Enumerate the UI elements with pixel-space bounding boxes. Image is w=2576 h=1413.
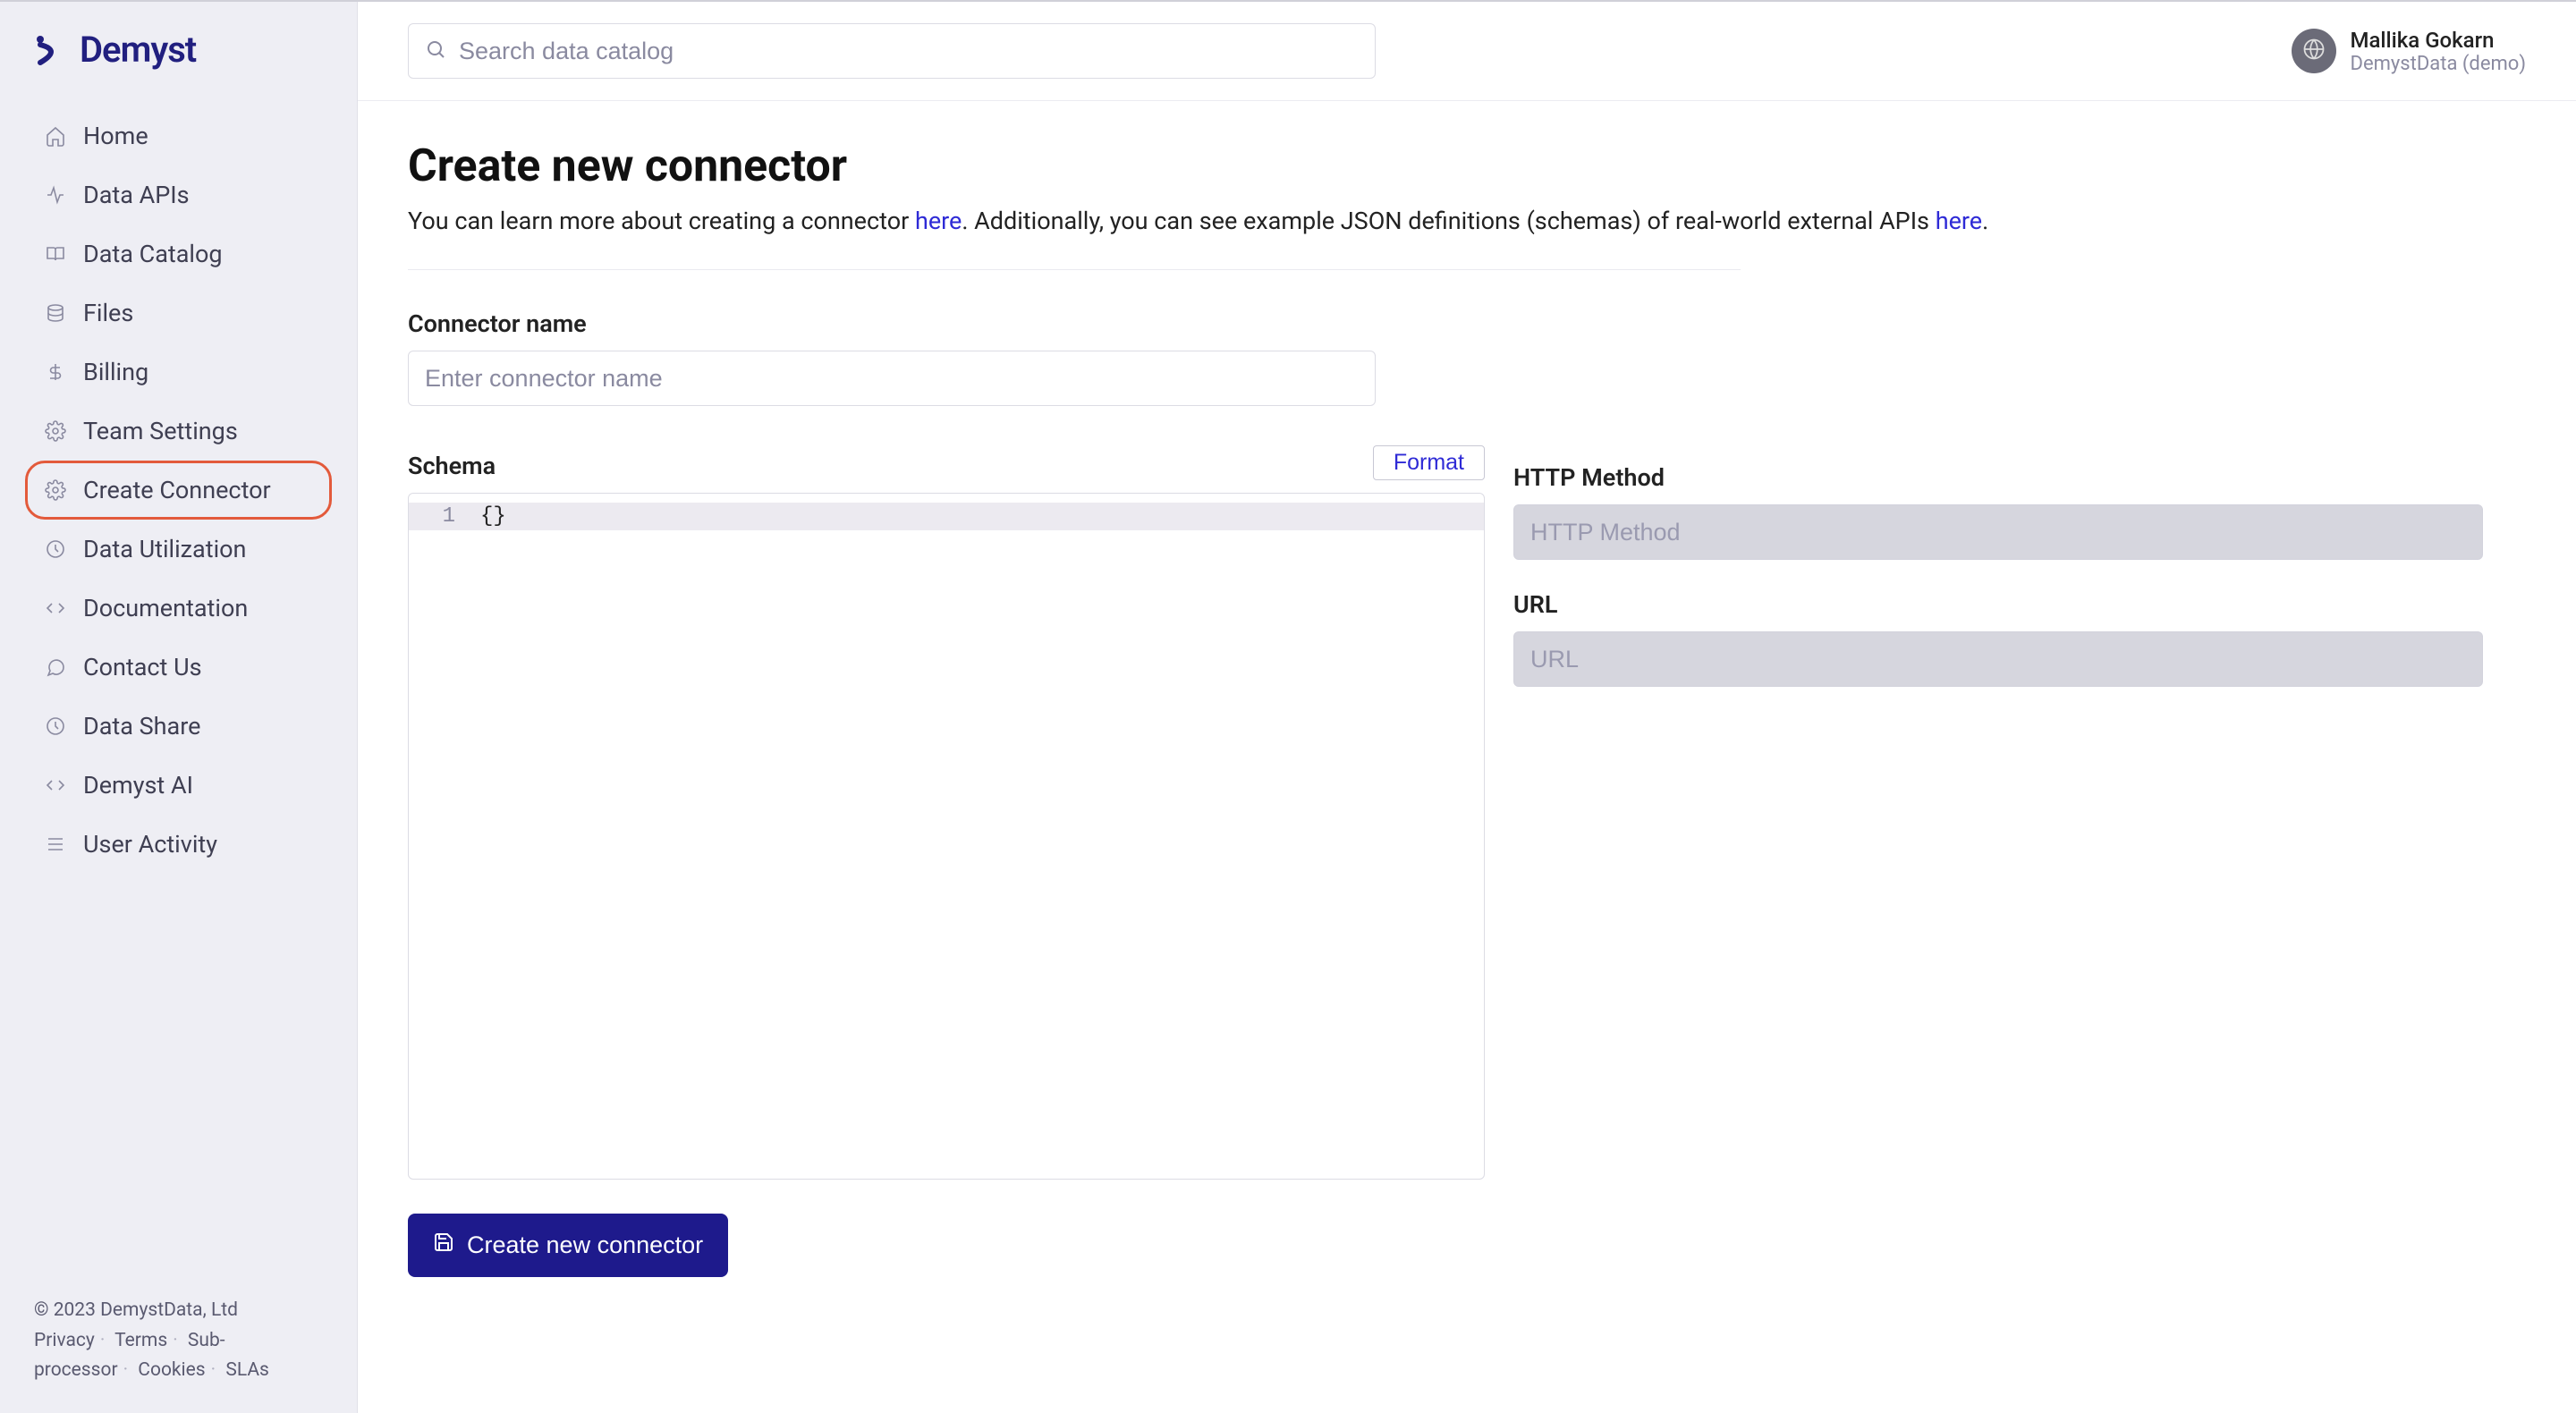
nav-list: Home Data APIs Data Catalog Files Billin… — [0, 106, 357, 874]
home-icon — [44, 124, 67, 148]
sidebar-item-billing[interactable]: Billing — [25, 343, 332, 402]
sidebar-item-home[interactable]: Home — [25, 106, 332, 165]
book-icon — [44, 242, 67, 266]
user-menu[interactable]: Mallika Gokarn DemystData (demo) — [2292, 28, 2527, 75]
sidebar-item-label: Data Share — [83, 712, 200, 740]
sidebar-item-team-settings[interactable]: Team Settings — [25, 402, 332, 461]
page-title: Create new connector — [408, 140, 2526, 192]
sidebar-item-data-catalog[interactable]: Data Catalog — [25, 224, 332, 283]
clock-icon — [44, 537, 67, 561]
examples-link[interactable]: here — [1936, 207, 1982, 235]
connector-name-label: Connector name — [408, 309, 2526, 338]
search-wrap[interactable] — [408, 23, 1376, 79]
sidebar-item-label: Data Utilization — [83, 535, 246, 563]
sidebar-item-documentation[interactable]: Documentation — [25, 579, 332, 638]
main-area: Mallika Gokarn DemystData (demo) Create … — [358, 2, 2576, 1413]
sidebar-item-create-connector[interactable]: Create Connector — [25, 461, 332, 520]
brand-logo[interactable]: Demyst — [0, 20, 357, 106]
line-number: 1 — [409, 504, 480, 529]
connector-name-input[interactable] — [408, 351, 1376, 406]
create-connector-button[interactable]: Create new connector — [408, 1214, 728, 1277]
user-name: Mallika Gokarn — [2351, 28, 2527, 53]
sidebar-item-label: Create Connector — [83, 476, 271, 504]
database-icon — [44, 301, 67, 325]
http-method-label: HTTP Method — [1513, 463, 2483, 492]
topbar: Mallika Gokarn DemystData (demo) — [358, 2, 2576, 101]
sidebar-item-label: Documentation — [83, 594, 248, 622]
sidebar-item-files[interactable]: Files — [25, 283, 332, 343]
sidebar-item-demyst-ai[interactable]: Demyst AI — [25, 756, 332, 815]
footer-link-cookies[interactable]: Cookies — [138, 1359, 205, 1381]
schema-label: Schema — [408, 452, 496, 480]
footer-link-terms[interactable]: Terms — [114, 1330, 167, 1351]
divider — [408, 269, 1741, 270]
globe-icon — [2301, 37, 2326, 65]
schema-editor[interactable]: 1 {} — [408, 493, 1485, 1180]
dollar-icon — [44, 360, 67, 384]
clock-icon — [44, 715, 67, 738]
logo-mark-icon — [31, 32, 67, 68]
code-icon — [44, 774, 67, 797]
search-icon — [425, 38, 446, 63]
search-input[interactable] — [459, 38, 1359, 65]
sidebar-item-label: Team Settings — [83, 417, 238, 445]
create-connector-button-label: Create new connector — [467, 1231, 703, 1259]
list-icon — [44, 833, 67, 856]
sidebar-item-label: Files — [83, 299, 133, 327]
sidebar-item-data-share[interactable]: Data Share — [25, 697, 332, 756]
footer-link-slas[interactable]: SLAs — [225, 1359, 269, 1381]
save-icon — [433, 1231, 454, 1259]
gear-icon — [44, 419, 67, 443]
code-icon — [44, 597, 67, 620]
sidebar-item-contact-us[interactable]: Contact Us — [25, 638, 332, 697]
sidebar-item-label: Data APIs — [83, 181, 190, 209]
sidebar-item-label: Billing — [83, 358, 148, 386]
sidebar-item-label: Demyst AI — [83, 771, 193, 800]
url-label: URL — [1513, 590, 2483, 619]
page-description: You can learn more about creating a conn… — [408, 207, 2526, 235]
schema-content: {} — [480, 504, 506, 529]
copyright-text: © 2023 DemystData, Ltd — [34, 1296, 323, 1326]
http-method-input — [1513, 504, 2483, 560]
sidebar-item-data-utilization[interactable]: Data Utilization — [25, 520, 332, 579]
sidebar-item-label: Contact Us — [83, 653, 202, 681]
sidebar-item-data-apis[interactable]: Data APIs — [25, 165, 332, 224]
format-button[interactable]: Format — [1373, 445, 1485, 480]
sidebar-item-user-activity[interactable]: User Activity — [25, 815, 332, 874]
sidebar-item-label: Data Catalog — [83, 240, 223, 268]
user-org: DemystData (demo) — [2351, 53, 2527, 75]
sidebar-item-label: Home — [83, 122, 148, 150]
sidebar-footer: © 2023 DemystData, Ltd Privacy· Terms· S… — [0, 1296, 357, 1395]
url-input — [1513, 631, 2483, 687]
sidebar: Demyst Home Data APIs Data Catalog Files — [0, 2, 358, 1413]
brand-name: Demyst — [80, 29, 196, 71]
learn-more-link[interactable]: here — [915, 207, 962, 235]
activity-icon — [44, 183, 67, 207]
chat-icon — [44, 656, 67, 679]
gear-icon — [44, 478, 67, 502]
avatar — [2292, 29, 2336, 73]
sidebar-item-label: User Activity — [83, 830, 217, 859]
page-content: Create new connector You can learn more … — [358, 101, 2576, 1413]
footer-link-privacy[interactable]: Privacy — [34, 1330, 95, 1351]
